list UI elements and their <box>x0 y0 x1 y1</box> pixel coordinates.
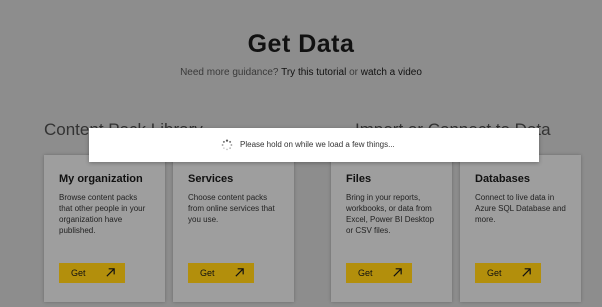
card-desc-line: more. <box>475 215 496 224</box>
video-link[interactable]: watch a video <box>361 67 422 78</box>
card-title: My organization <box>59 173 143 185</box>
card-title: Files <box>346 173 372 185</box>
page-title: Get Data <box>247 30 355 58</box>
get-files-button[interactable]: Get <box>346 263 412 283</box>
get-button-label: Get <box>71 268 86 278</box>
get-databases-button[interactable]: Get <box>475 263 541 283</box>
card-description: Choose content packs from online service… <box>188 192 284 225</box>
card-files: Files Bring in your reports, workbooks, … <box>331 155 452 302</box>
arrow-up-right-icon <box>235 268 244 277</box>
card-desc-line: or CSV files. <box>346 226 391 235</box>
get-button-label: Get <box>358 268 373 278</box>
guidance-line: Need more guidance? Try this tutorial or… <box>0 67 602 78</box>
card-title: Databases <box>475 173 531 185</box>
card-description: Bring in your reports, workbooks, or dat… <box>346 192 442 236</box>
get-button-label: Get <box>200 268 215 278</box>
card-desc-line: organization have <box>59 215 123 224</box>
loading-message: Please hold on while we load a few thing… <box>240 140 395 149</box>
arrow-up-right-icon <box>393 268 402 277</box>
tutorial-link[interactable]: Try this tutorial <box>281 67 346 78</box>
card-description: Browse content packs that other people i… <box>59 192 155 236</box>
arrow-up-right-icon <box>522 268 531 277</box>
card-databases: Databases Connect to live data in Azure … <box>460 155 581 302</box>
card-desc-line: that other people in your <box>59 204 146 213</box>
guidance-or: or <box>349 67 358 78</box>
get-data-page: Get Data Need more guidance? Try this tu… <box>0 0 602 307</box>
arrow-up-right-icon <box>106 268 115 277</box>
card-description: Connect to live data in Azure SQL Databa… <box>475 192 571 225</box>
get-button-label: Get <box>487 268 502 278</box>
card-desc-line: workbooks, or data from <box>346 204 432 213</box>
card-desc-line: published. <box>59 226 96 235</box>
loading-banner: Please hold on while we load a few thing… <box>89 128 539 162</box>
card-desc-line: Bring in your reports, <box>346 193 421 202</box>
get-services-button[interactable]: Get <box>188 263 254 283</box>
card-services: Services Choose content packs from onlin… <box>173 155 294 302</box>
guidance-prefix: Need more guidance? <box>180 67 279 78</box>
card-title: Services <box>188 173 234 185</box>
card-desc-line: Browse content packs <box>59 193 138 202</box>
card-my-organization: My organization Browse content packs tha… <box>44 155 165 302</box>
spinner-icon <box>221 139 233 151</box>
card-desc-line: you use. <box>188 215 219 224</box>
card-desc-line: Excel, Power BI Desktop <box>346 215 435 224</box>
get-my-organization-button[interactable]: Get <box>59 263 125 283</box>
card-desc-line: Connect to live data in <box>475 193 555 202</box>
card-desc-line: from online services that <box>188 204 275 213</box>
card-desc-line: Azure SQL Database and <box>475 204 566 213</box>
card-desc-line: Choose content packs <box>188 193 268 202</box>
